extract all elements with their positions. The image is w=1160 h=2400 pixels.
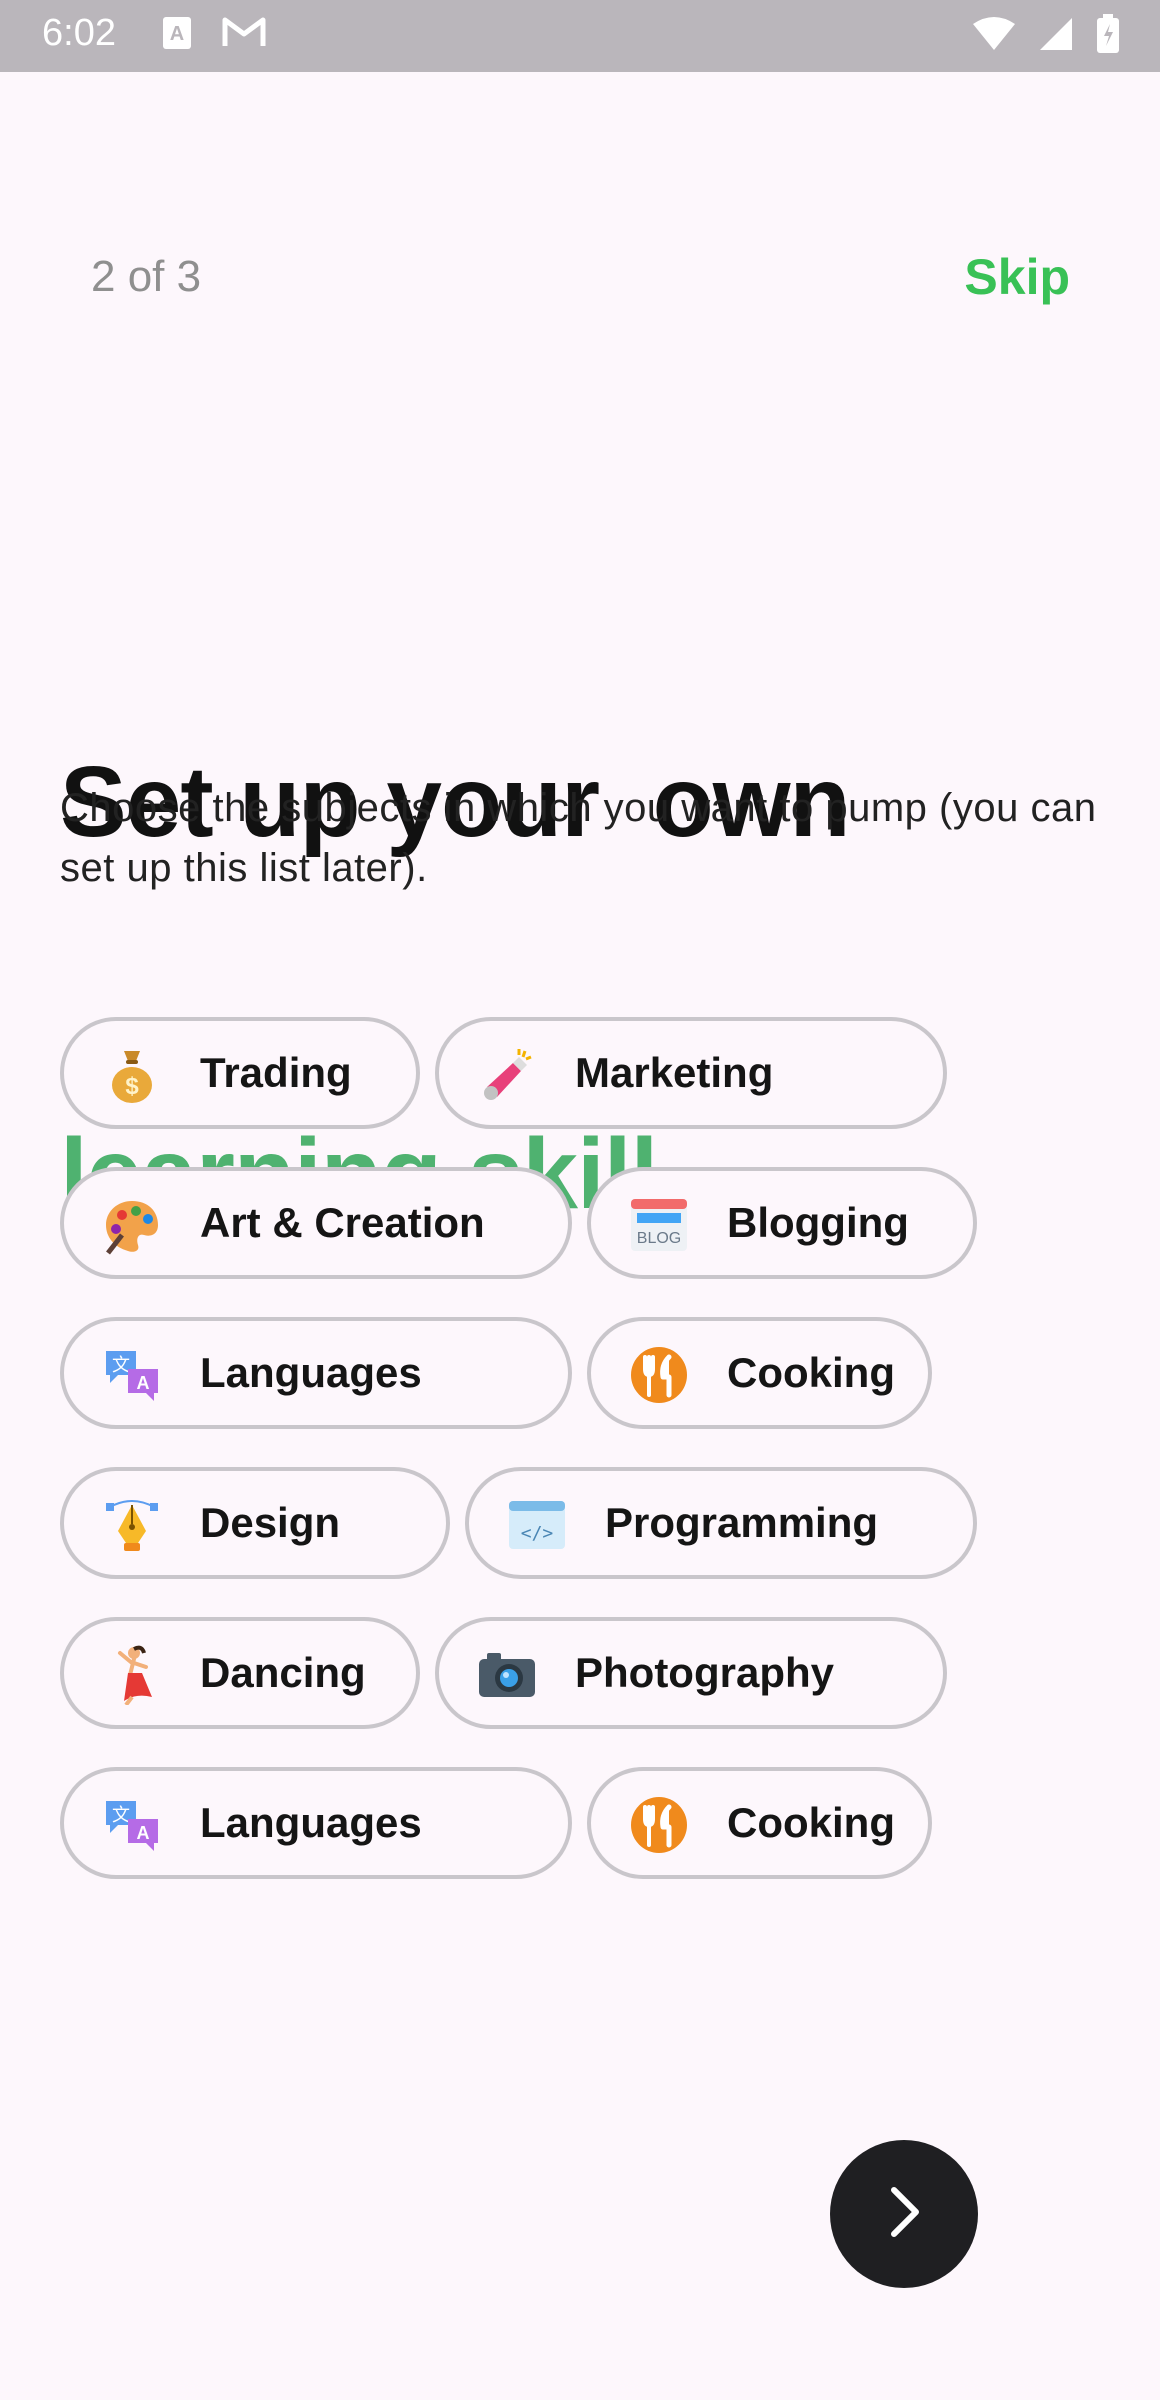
chip-trading[interactable]: $ Trading bbox=[60, 1017, 420, 1129]
keyboard-notification-icon: A bbox=[162, 16, 192, 55]
chip-label: Art & Creation bbox=[200, 1199, 485, 1246]
fork-knife-icon bbox=[629, 1345, 689, 1405]
signal-icon bbox=[1038, 16, 1074, 57]
palette-icon bbox=[102, 1195, 162, 1255]
translate-icon: 文A bbox=[102, 1345, 162, 1405]
gmail-icon bbox=[222, 16, 266, 53]
chip-dancing[interactable]: Dancing bbox=[60, 1617, 420, 1729]
chip-label: Trading bbox=[200, 1049, 352, 1096]
chip-cooking-2[interactable]: Cooking bbox=[587, 1767, 932, 1879]
chip-art-creation[interactable]: Art & Creation bbox=[60, 1167, 572, 1279]
svg-text:A: A bbox=[137, 1373, 150, 1393]
step-indicator: 2 of 3 bbox=[91, 252, 202, 301]
money-bag-icon: $ bbox=[102, 1045, 162, 1105]
chip-label: Blogging bbox=[727, 1199, 909, 1246]
chip-programming[interactable]: </> Programming bbox=[465, 1467, 977, 1579]
svg-text:文: 文 bbox=[112, 1355, 130, 1376]
chip-label: Cooking bbox=[727, 1349, 895, 1396]
page-subtitle: Choose the subjects in which you want to… bbox=[60, 786, 1097, 890]
chip-design[interactable]: Design bbox=[60, 1467, 450, 1579]
chip-label: Marketing bbox=[575, 1049, 774, 1096]
chip-label: Cooking bbox=[727, 1799, 895, 1846]
chevron-right-icon bbox=[874, 2182, 934, 2247]
svg-text:A: A bbox=[170, 23, 184, 45]
fork-knife-icon bbox=[629, 1795, 689, 1855]
svg-text:BLOG: BLOG bbox=[637, 1230, 681, 1247]
svg-text:文: 文 bbox=[112, 1805, 130, 1826]
battery-icon bbox=[1096, 14, 1120, 59]
next-button[interactable] bbox=[830, 2140, 978, 2288]
megaphone-icon bbox=[477, 1045, 537, 1105]
skip-button[interactable]: Skip bbox=[964, 248, 1070, 306]
chip-languages-2[interactable]: 文A Languages bbox=[60, 1767, 572, 1879]
camera-icon bbox=[477, 1645, 537, 1705]
chip-cooking[interactable]: Cooking bbox=[587, 1317, 932, 1429]
chip-label: Dancing bbox=[200, 1649, 366, 1696]
chip-label: Languages bbox=[200, 1349, 422, 1396]
svg-text:</>: </> bbox=[521, 1523, 554, 1544]
dancer-icon bbox=[102, 1645, 162, 1707]
svg-text:A: A bbox=[137, 1823, 150, 1843]
chip-blogging[interactable]: BLOG Blogging bbox=[587, 1167, 977, 1279]
translate-icon: 文A bbox=[102, 1795, 162, 1855]
wifi-icon bbox=[972, 16, 1016, 57]
chip-languages[interactable]: 文A Languages bbox=[60, 1317, 572, 1429]
pen-tool-icon bbox=[102, 1495, 162, 1555]
chip-label: Programming bbox=[605, 1499, 879, 1546]
chip-label: Languages bbox=[200, 1799, 422, 1846]
chip-photography[interactable]: Photography bbox=[435, 1617, 947, 1729]
chip-label: Design bbox=[200, 1499, 341, 1546]
chip-label: Photography bbox=[575, 1649, 834, 1696]
svg-text:$: $ bbox=[125, 1073, 139, 1100]
status-bar: 6:02 A bbox=[0, 0, 1160, 72]
code-window-icon: </> bbox=[507, 1495, 567, 1555]
blog-icon: BLOG bbox=[629, 1195, 689, 1255]
status-time: 6:02 bbox=[42, 12, 116, 54]
chip-marketing[interactable]: Marketing bbox=[435, 1017, 947, 1129]
